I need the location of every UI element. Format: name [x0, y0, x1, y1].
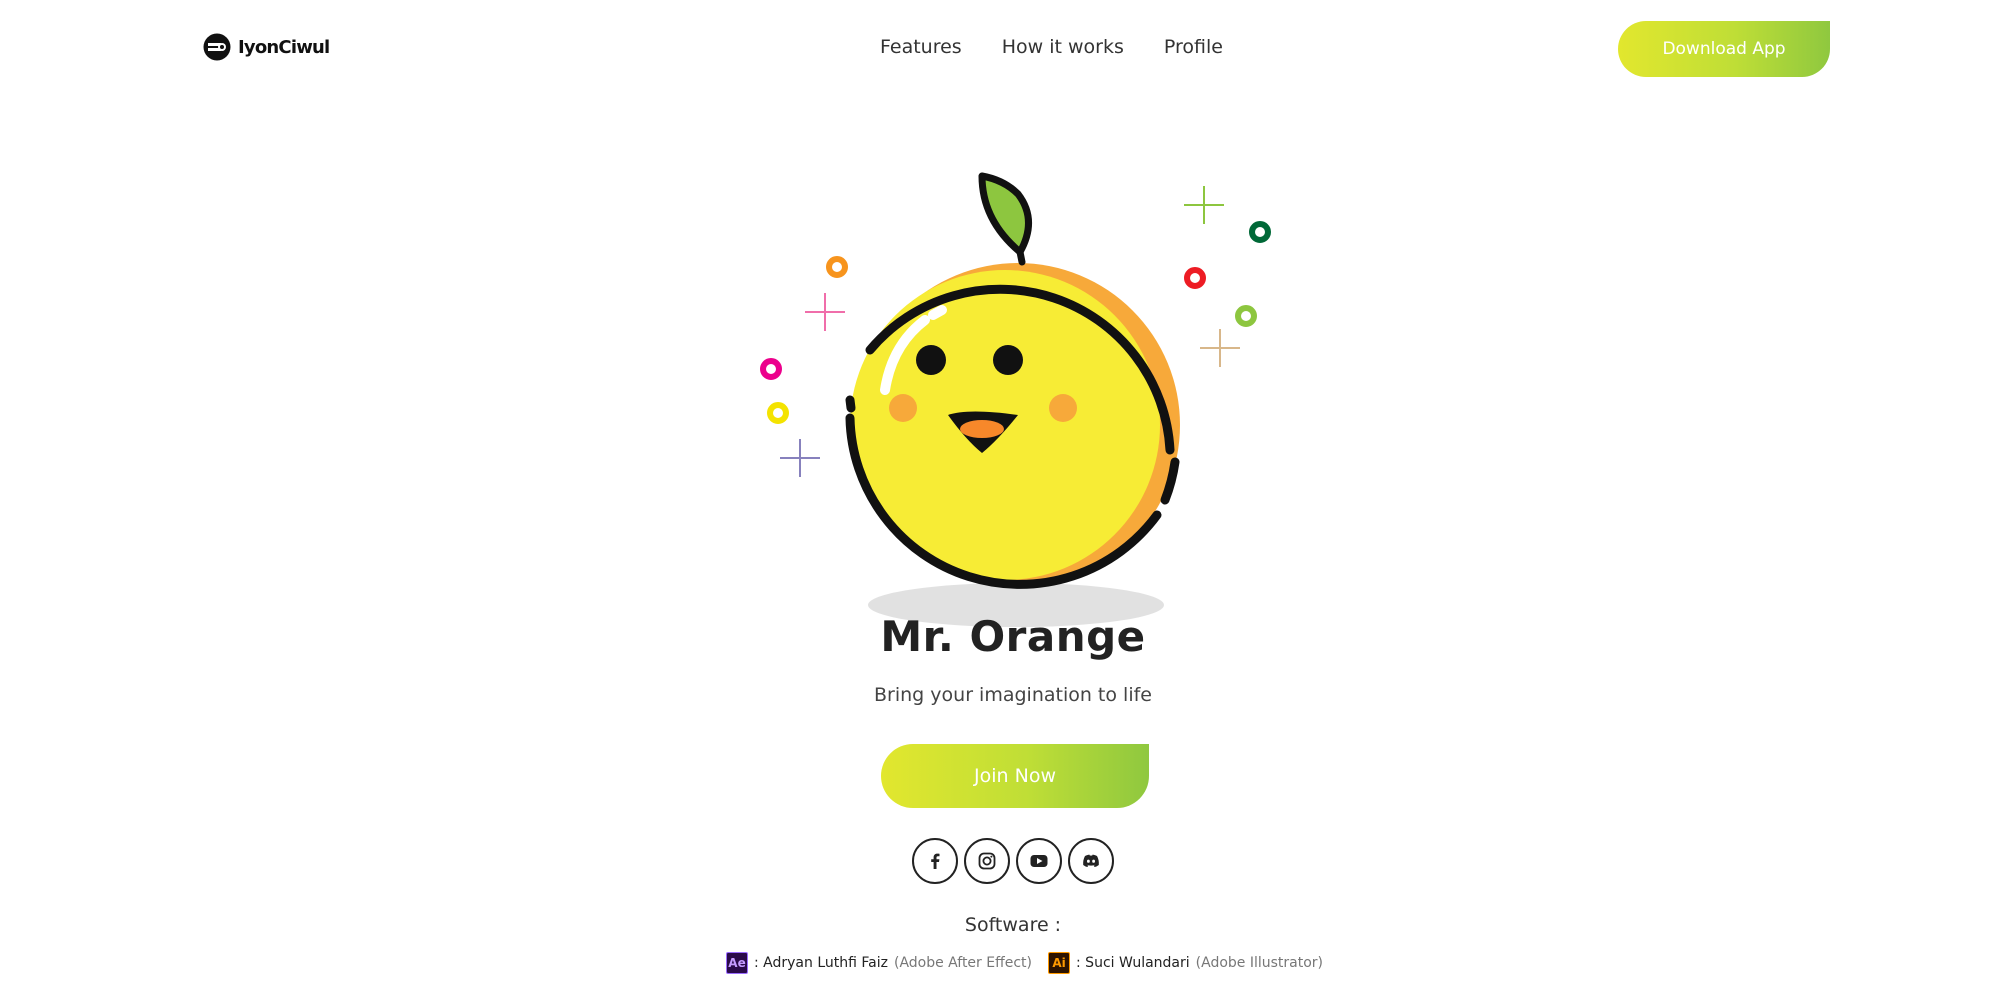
facebook-link[interactable]	[912, 838, 958, 884]
instagram-link[interactable]	[964, 838, 1010, 884]
youtube-icon	[1030, 855, 1048, 867]
deco-ring-red	[1184, 267, 1206, 289]
after-effects-icon: Ae	[726, 952, 748, 974]
deco-plus-tan	[1200, 329, 1240, 367]
discord-icon	[1083, 854, 1099, 867]
software-credits: Ae : Adryan Luthfi Faiz (Adobe After Eff…	[726, 952, 1323, 974]
join-now-button[interactable]: Join Now	[881, 744, 1149, 808]
nav-link-profile[interactable]: Profile	[1164, 36, 1223, 58]
mr-orange-illustration	[760, 172, 1271, 627]
nav-link-how-it-works[interactable]: How it works	[1002, 36, 1124, 58]
illustrator-icon: Ai	[1048, 952, 1071, 974]
discord-link[interactable]	[1068, 838, 1114, 884]
left-eye	[916, 345, 946, 375]
deco-plus-purple	[780, 439, 820, 477]
deco-ring-lightgreen	[1235, 305, 1257, 327]
fruit-highlight-dot	[928, 305, 947, 320]
credit-person: : Suci Wulandari	[1076, 955, 1190, 971]
software-label: Software :	[964, 914, 1062, 936]
landing-page: IyonCiwul Features How it works Profile …	[0, 0, 2000, 1000]
download-app-button[interactable]: Download App	[1618, 21, 1830, 77]
brand-logo-icon	[203, 33, 231, 61]
nav-links: Features How it works Profile	[880, 36, 1223, 58]
deco-ring-darkgreen	[1249, 221, 1271, 243]
hero-title: Mr. Orange	[880, 612, 1146, 661]
navbar: IyonCiwul Features How it works Profile …	[0, 0, 2000, 100]
hero-subtitle: Bring your imagination to life	[874, 684, 1152, 706]
deco-plus-pink	[805, 293, 845, 331]
leaf	[978, 172, 1032, 256]
instagram-icon	[978, 852, 996, 870]
left-cheek	[889, 394, 917, 422]
facebook-icon	[931, 853, 940, 869]
credit-illustrator: Ai : Suci Wulandari (Adobe Illustrator)	[1048, 952, 1323, 974]
brand-link[interactable]: IyonCiwul	[202, 32, 330, 62]
deco-ring-orange	[826, 256, 848, 278]
leaf-stem	[1016, 248, 1026, 266]
nav-link-features[interactable]: Features	[880, 36, 962, 58]
fruit-outline-left	[845, 395, 856, 413]
right-cheek	[1049, 394, 1077, 422]
brand-name: IyonCiwul	[238, 36, 330, 58]
credit-person: : Adryan Luthfi Faiz	[754, 955, 888, 971]
credit-tool: (Adobe Illustrator)	[1195, 955, 1324, 971]
deco-ring-pink	[760, 358, 782, 380]
tongue	[960, 420, 1004, 438]
youtube-link[interactable]	[1016, 838, 1062, 884]
credit-tool: (Adobe After Effect)	[893, 955, 1033, 971]
social-links	[912, 838, 1114, 884]
right-eye	[993, 345, 1023, 375]
deco-plus-green	[1184, 186, 1224, 224]
credit-after-effects: Ae : Adryan Luthfi Faiz (Adobe After Eff…	[726, 952, 1032, 974]
deco-ring-yellow	[767, 402, 789, 424]
